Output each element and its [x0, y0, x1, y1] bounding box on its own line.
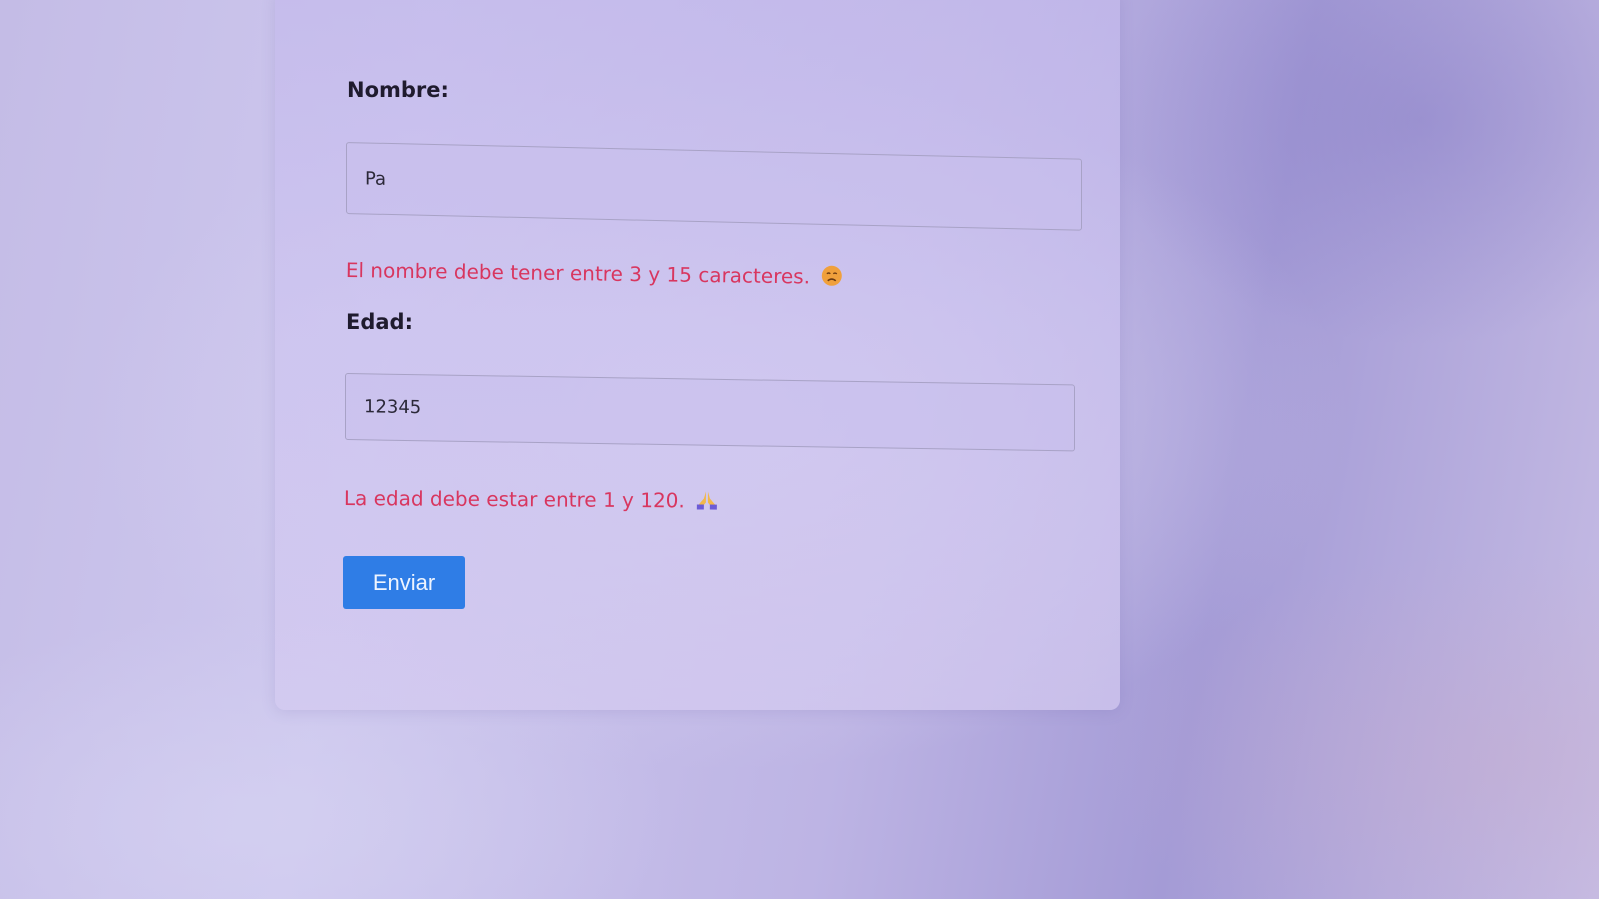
- age-input[interactable]: [345, 373, 1075, 452]
- age-error-message: La edad debe estar entre 1 y 120.: [344, 486, 719, 516]
- folded-hands-icon: [695, 488, 719, 515]
- age-error-text: La edad debe estar entre 1 y 120.: [343, 486, 685, 513]
- sad-face-icon: [820, 265, 842, 292]
- submit-button[interactable]: Enviar: [343, 556, 465, 609]
- name-label: Nombre:: [347, 78, 449, 102]
- name-error-text: El nombre debe tener entre 3 y 15 caract…: [345, 258, 811, 289]
- age-label: Edad:: [346, 310, 413, 334]
